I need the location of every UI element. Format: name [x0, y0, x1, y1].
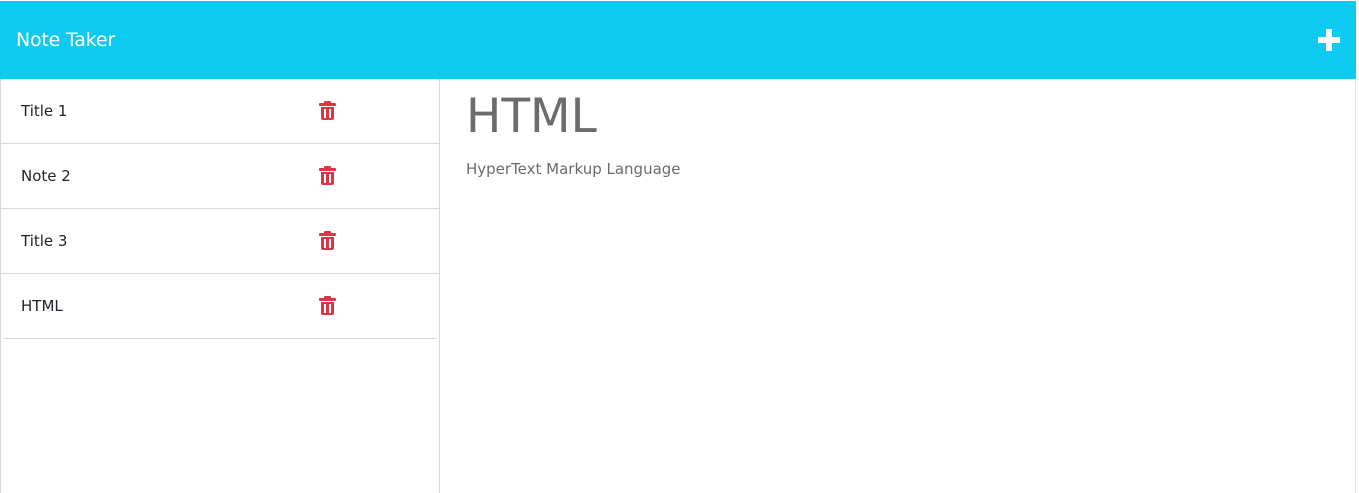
plus-icon[interactable]: [1318, 29, 1340, 51]
note-text-display[interactable]: HyperText Markup Language: [466, 159, 681, 179]
trash-icon-slot: [329, 304, 331, 313]
trash-icon-slot: [324, 174, 326, 183]
trash-icon-can: [321, 172, 334, 185]
trash-icon[interactable]: [319, 296, 336, 315]
trash-icon-slot: [324, 304, 326, 313]
navbar: Note Taker: [0, 1, 1356, 79]
list-item[interactable]: HTML: [1, 274, 439, 339]
note-item-title: HTML: [21, 297, 63, 315]
trash-icon[interactable]: [319, 101, 336, 120]
trash-icon-lid: [319, 168, 336, 171]
notes-sidebar: Title 1 Note 2 Title 3 HTML: [0, 79, 440, 493]
list-item[interactable]: Title 1: [1, 79, 439, 144]
trash-icon-lid: [319, 233, 336, 236]
trash-icon-slot: [329, 109, 331, 118]
trash-icon-lid: [319, 298, 336, 301]
list-item[interactable]: Note 2: [1, 144, 439, 209]
trash-icon-can: [321, 237, 334, 250]
trash-icon-lid: [319, 103, 336, 106]
note-detail: HTML HyperText Markup Language: [440, 79, 1356, 493]
trash-icon-can: [321, 302, 334, 315]
trash-icon-can: [321, 107, 334, 120]
plus-icon-vertical-bar: [1326, 29, 1332, 51]
note-item-title: Title 1: [21, 102, 68, 120]
app-title[interactable]: Note Taker: [16, 28, 115, 52]
trash-icon[interactable]: [319, 231, 336, 250]
trash-icon-slot: [329, 174, 331, 183]
trash-icon-slot: [324, 109, 326, 118]
trash-icon-slot: [329, 239, 331, 248]
note-title-display[interactable]: HTML: [466, 89, 597, 145]
trash-icon-slot: [324, 239, 326, 248]
note-item-title: Note 2: [21, 167, 71, 185]
list-item[interactable]: Title 3: [1, 209, 439, 274]
note-item-title: Title 3: [21, 232, 68, 250]
trash-icon[interactable]: [319, 166, 336, 185]
note-taker-app: Note Taker Title 1 Note 2 Title 3 HTML H…: [0, 0, 1359, 493]
note-list: Title 1 Note 2 Title 3 HTML: [1, 79, 439, 339]
